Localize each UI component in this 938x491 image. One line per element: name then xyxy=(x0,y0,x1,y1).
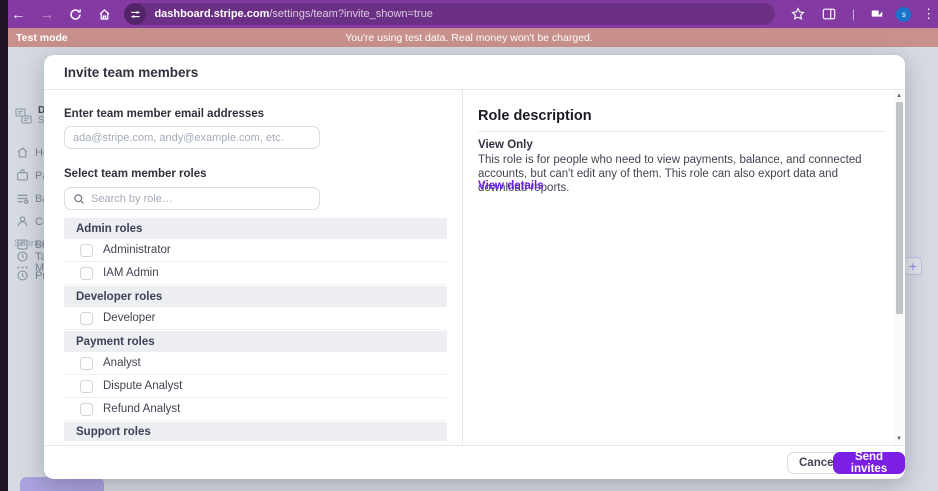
modal-scrollbar[interactable]: ▲ ▼ xyxy=(894,90,904,445)
browser-avatar[interactable]: s xyxy=(895,4,914,24)
role-row-developer[interactable]: Developer xyxy=(64,307,447,330)
role-search-input[interactable] xyxy=(85,193,319,205)
account-switcher-icon[interactable] xyxy=(14,107,36,132)
checkbox-dispute-analyst[interactable] xyxy=(80,380,93,393)
role-row-analyst[interactable]: Analyst xyxy=(64,352,447,375)
role-list: Admin roles Administrator IAM Admin Deve… xyxy=(64,217,447,441)
background-chip xyxy=(20,477,104,491)
send-invites-button[interactable]: Send invites xyxy=(833,452,905,474)
scrollbar-thumb[interactable] xyxy=(896,102,903,314)
forward-icon[interactable]: → xyxy=(37,3,58,25)
modal-pane-divider xyxy=(462,89,463,445)
sidebar-shortcuts-label: Shortcu xyxy=(14,238,47,249)
role-description-divider xyxy=(478,131,884,132)
browser-menu-icon[interactable]: ⋮ xyxy=(919,4,938,24)
role-row-dispute-analyst[interactable]: Dispute Analyst xyxy=(64,375,447,398)
role-row-iam-admin[interactable]: IAM Admin xyxy=(64,262,447,285)
address-bar[interactable]: dashboard.stripe.com/settings/team?invit… xyxy=(124,3,774,25)
test-mode-label: Test mode xyxy=(16,32,68,44)
url-text: dashboard.stripe.com/settings/team?invit… xyxy=(154,8,433,20)
site-settings-icon[interactable] xyxy=(124,3,146,25)
role-section-header-support: Support roles xyxy=(64,422,447,441)
view-details-link[interactable]: View details xyxy=(478,180,544,192)
role-name: View Only xyxy=(478,139,533,151)
extension-icon[interactable] xyxy=(868,4,887,24)
select-roles-label: Select team member roles xyxy=(64,168,207,180)
invite-team-members-modal: Invite team members Enter team member em… xyxy=(44,55,905,479)
test-mode-banner: Test mode You're using test data. Real m… xyxy=(0,28,938,47)
browser-toolbar: ← → dashboard.stripe.com/settings/team?i… xyxy=(0,0,938,28)
role-section-header-developer: Developer roles xyxy=(64,286,447,307)
search-icon xyxy=(73,193,85,205)
checkbox-administrator[interactable] xyxy=(80,244,93,257)
test-mode-message: You're using test data. Real money won't… xyxy=(0,32,938,44)
back-icon[interactable]: ← xyxy=(8,3,29,25)
toolbar-divider: | xyxy=(844,4,863,24)
role-row-administrator[interactable]: Administrator xyxy=(64,239,447,262)
checkbox-analyst[interactable] xyxy=(80,357,93,370)
checkbox-iam-admin[interactable] xyxy=(80,267,93,280)
sidebar-item-shortcut-1[interactable]: Ta xyxy=(16,250,47,263)
sidebar-item-shortcut-2[interactable]: Pr xyxy=(16,269,46,282)
checkbox-refund-analyst[interactable] xyxy=(80,403,93,416)
checkbox-developer[interactable] xyxy=(80,312,93,325)
role-section-header-payment: Payment roles xyxy=(64,331,447,352)
email-addresses-input[interactable] xyxy=(64,126,320,149)
role-section-header-admin: Admin roles xyxy=(64,218,447,239)
reload-icon[interactable] xyxy=(65,3,86,25)
screen-edge-strip xyxy=(0,0,8,491)
side-panel-icon[interactable] xyxy=(819,4,838,24)
bookmark-star-icon[interactable] xyxy=(789,4,808,24)
role-description-heading: Role description xyxy=(478,108,592,124)
modal-title: Invite team members xyxy=(64,65,198,80)
scroll-up-arrow[interactable]: ▲ xyxy=(895,92,903,100)
home-icon[interactable] xyxy=(94,3,115,25)
modal-footer-divider xyxy=(44,445,905,446)
scroll-down-arrow[interactable]: ▼ xyxy=(895,435,903,443)
floating-plus-button[interactable]: + xyxy=(904,257,922,275)
email-addresses-label: Enter team member email addresses xyxy=(64,108,264,120)
role-row-refund-analyst[interactable]: Refund Analyst xyxy=(64,398,447,421)
modal-header-divider xyxy=(44,89,905,90)
role-search-field[interactable] xyxy=(64,187,320,210)
